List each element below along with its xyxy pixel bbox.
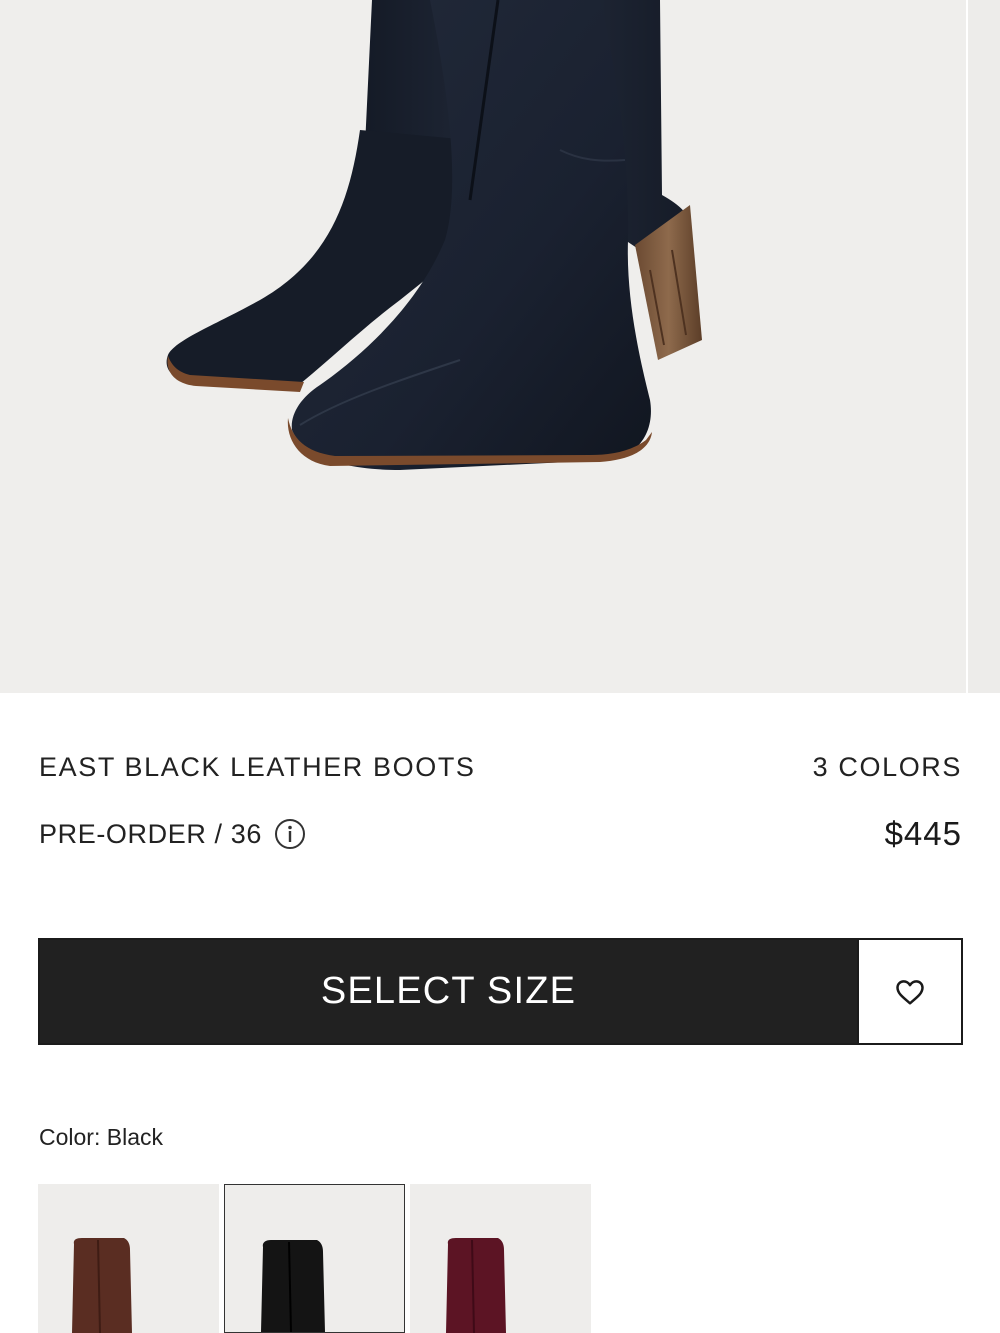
availability-text: PRE-ORDER / 36	[39, 818, 262, 849]
wishlist-button[interactable]	[857, 940, 961, 1043]
swatch-brown[interactable]	[38, 1184, 219, 1333]
brown-boot-thumbnail	[72, 1238, 132, 1333]
swatch-burgundy[interactable]	[410, 1184, 591, 1333]
burgundy-boot-thumbnail	[446, 1238, 506, 1333]
next-product-image-peek[interactable]	[968, 0, 1000, 693]
color-label: Color: Black	[39, 1124, 163, 1150]
color-swatches	[38, 1184, 591, 1333]
select-size-button[interactable]: SELECT SIZE	[40, 940, 857, 1043]
boots-illustration	[166, 0, 702, 470]
product-hero-image[interactable]	[0, 0, 966, 693]
heart-icon	[896, 979, 924, 1004]
product-title-row: EAST BLACK LEATHER BOOTS 3 COLORS	[39, 752, 962, 783]
black-boot-thumbnail	[261, 1240, 325, 1332]
purchase-actions: SELECT SIZE	[38, 938, 963, 1045]
product-price: $445	[884, 815, 962, 852]
product-meta-row: PRE-ORDER / 36 $445	[39, 812, 962, 856]
colors-count[interactable]: 3 COLORS	[813, 752, 962, 783]
info-icon[interactable]	[274, 818, 306, 850]
product-name: EAST BLACK LEATHER BOOTS	[39, 752, 476, 782]
availability: PRE-ORDER / 36	[39, 818, 306, 850]
swatch-black[interactable]	[224, 1184, 405, 1333]
